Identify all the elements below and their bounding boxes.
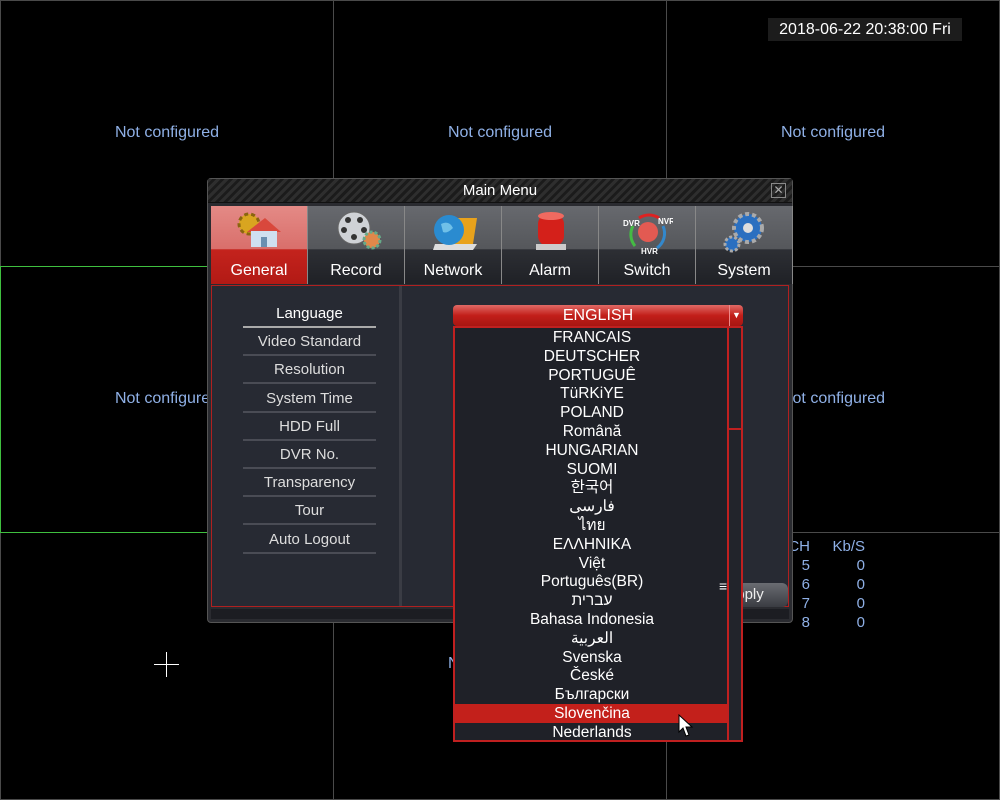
language-dropdown-list: FRANCAIS DEUTSCHER PORTUGUÊ TüRKiYE POLAND Ro… [453,326,743,742]
mouse-pointer-icon [678,714,694,737]
language-option[interactable]: PORTUGUÊ [455,366,729,385]
gears-icon [723,212,764,253]
camera-status-label: Not configured [780,124,886,141]
language-select[interactable]: ENGLISH ▼ [453,305,743,326]
dvr-nvr-hvr-switch-icon: DVR NVR HVR [623,213,673,256]
language-option[interactable]: HUNGARIAN [455,441,729,460]
tab-alarm[interactable]: Alarm [502,206,599,284]
language-option[interactable]: العربية [455,629,729,648]
sidebar-item-language[interactable]: Language [243,300,376,328]
language-option[interactable]: České [455,666,729,685]
close-button[interactable]: ✕ [771,183,786,198]
datetime-display: 2018-06-22 20:38:00 Fri [768,18,962,41]
bitrate: 0 [856,614,865,631]
scrollbar[interactable]: ≡ [719,328,741,740]
sidebar-item-tour[interactable]: Tour [243,497,376,526]
language-option[interactable]: Português(BR) [455,572,729,591]
camera-status-label: Not configured [114,124,220,141]
language-option[interactable]: ไทย [455,516,729,535]
tab-label: General [230,262,288,279]
tab-general[interactable]: General [211,206,308,284]
language-option[interactable]: SUOMI [455,460,729,479]
sidebar-item-dvr-no[interactable]: DVR No. [243,441,376,469]
language-option[interactable]: עברית [455,591,729,610]
language-option[interactable]: DEUTSCHER [455,347,729,366]
language-option[interactable]: ΕΛΛΗΝΙΚΑ [455,535,729,554]
svg-text:DVR: DVR [623,219,640,228]
language-option[interactable]: Việt [455,554,729,573]
bitrate: 0 [856,595,865,612]
sidebar-item-transparency[interactable]: Transparency [243,469,376,498]
tab-record[interactable]: Record [308,206,405,284]
language-option[interactable]: Română [455,422,729,441]
language-option[interactable]: TüRKiYE [455,384,729,403]
sidebar: Language Video Standard Resolution System T… [212,286,402,606]
crosshair-cursor [154,652,179,677]
sidebar-item-video-standard[interactable]: Video Standard [243,328,376,357]
sidebar-item-resolution[interactable]: Resolution [243,356,376,385]
sidebar-item-auto-logout[interactable]: Auto Logout [243,526,376,554]
language-option[interactable]: Български [455,685,729,704]
language-option[interactable]: POLAND [455,403,729,422]
scrollbar-thumb[interactable] [729,428,741,430]
language-option[interactable]: 한국어 [455,478,729,497]
siren-icon [536,212,566,250]
language-option[interactable]: Bahasa Indonesia [455,610,729,629]
language-option[interactable]: فارسی [455,497,729,516]
tab-label: Record [330,262,382,279]
chevron-down-icon[interactable]: ▼ [729,305,743,326]
house-gear-icon [237,212,281,247]
sidebar-item-hdd-full[interactable]: HDD Full [243,413,376,441]
tab-system[interactable]: System [696,206,793,284]
globe-laptop-icon [433,215,477,250]
selected-language: ENGLISH [562,307,634,324]
language-option[interactable]: Svenska [455,648,729,667]
camera-status-label: Not configured [447,124,553,141]
tab-label: Switch [623,262,671,279]
dialog-title: Main Menu [208,179,792,203]
bitrate: 0 [856,576,865,593]
language-option[interactable]: FRANCAIS [455,328,729,347]
tab-network[interactable]: Network [405,206,502,284]
tab-switch[interactable]: DVR NVR HVR Switch [599,206,696,284]
tab-label: Network [423,262,483,279]
col-header: Kb/S [832,538,865,555]
tab-label: Alarm [529,262,571,279]
svg-text:NVR: NVR [658,217,673,226]
sidebar-item-system-time[interactable]: System Time [243,385,376,413]
film-reel-icon [337,211,382,250]
tab-bar: General Record Network Alarm DVR NVR HVR Switch… [211,206,793,284]
bitrate: 0 [856,557,865,574]
scroll-grip-icon[interactable]: ≡ [719,578,727,594]
tab-label: System [717,262,771,279]
svg-text:HVR: HVR [641,247,658,256]
